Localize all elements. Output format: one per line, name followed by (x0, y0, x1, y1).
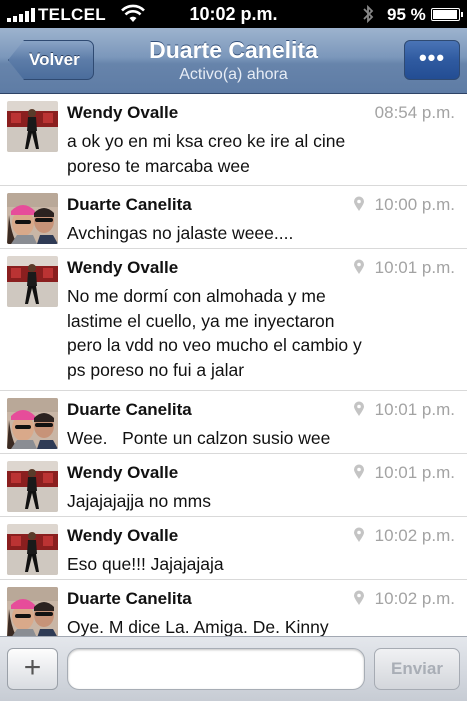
message-time-text: 10:01 p.m. (374, 463, 455, 482)
location-pin-icon[interactable] (353, 401, 365, 417)
attach-button[interactable]: + (7, 648, 58, 690)
message-text: Wee. Ponte un calzon susio wee (67, 428, 331, 448)
message-time-text: 10:02 p.m. (374, 589, 455, 608)
message-time-text: 10:01 p.m. (374, 258, 455, 277)
message-time: 10:01 p.m. (353, 400, 455, 420)
message-sender: Duarte Canelita (67, 195, 192, 214)
wendy-avatar[interactable] (7, 101, 58, 152)
message-row[interactable]: Duarte Canelita 10:02 p.m. Oye. M dice La.… (0, 580, 467, 636)
duarte-avatar[interactable] (7, 587, 58, 636)
message-time-text: 08:54 p.m. (374, 103, 455, 122)
status-bar: TELCEL 10:02 p.m. 95 % (0, 0, 467, 28)
bluetooth-icon (363, 4, 374, 24)
message-sender: Wendy Ovalle (67, 526, 179, 545)
duarte-avatar[interactable] (7, 398, 58, 449)
message-sender: Duarte Canelita (67, 589, 192, 608)
message-time: 10:02 p.m. (353, 526, 455, 546)
message-time-text: 10:02 p.m. (374, 526, 455, 545)
message-row[interactable]: Wendy Ovalle 10:02 p.m. Eso que!!! Jajajaj… (0, 517, 467, 580)
navigation-bar: Volver Duarte Canelita Activo(a) ahora •… (0, 28, 467, 94)
send-button[interactable]: Enviar (374, 648, 460, 690)
conversation-title: Duarte Canelita (149, 37, 318, 63)
message-time-text: 10:01 p.m. (374, 400, 455, 419)
message-sender: Duarte Canelita (67, 400, 192, 419)
battery-percentage: 95 % (387, 5, 426, 24)
message-text: Oye. M dice La. Amiga. De. Kinny (67, 617, 329, 636)
message-time: 08:54 p.m. (375, 103, 455, 123)
message-sender: Wendy Ovalle (67, 463, 179, 482)
message-sender: Wendy Ovalle (67, 103, 179, 122)
message-row[interactable]: Duarte Canelita 10:01 p.m. Wee. Ponte un c… (0, 391, 467, 454)
message-time: 10:01 p.m. (353, 463, 455, 483)
message-time-text: 10:00 p.m. (374, 195, 455, 214)
battery-level-fill (433, 10, 457, 19)
message-list[interactable]: Wendy Ovalle 08:54 p.m. a ok yo en mi ksa … (0, 94, 467, 636)
more-options-button[interactable]: ••• (404, 40, 460, 80)
message-time: 10:00 p.m. (353, 195, 455, 215)
message-time: 10:02 p.m. (353, 589, 455, 609)
message-text: No me dormí con almohada y me lastime el… (67, 286, 362, 380)
location-pin-icon[interactable] (353, 196, 365, 212)
location-pin-icon[interactable] (353, 527, 365, 543)
message-row[interactable]: Wendy Ovalle 10:01 p.m. Jajajajajja no mms (0, 454, 467, 517)
location-pin-icon[interactable] (353, 464, 365, 480)
message-time: 10:01 p.m. (353, 258, 455, 278)
location-pin-icon[interactable] (353, 259, 365, 275)
duarte-avatar[interactable] (7, 193, 58, 244)
message-sender: Wendy Ovalle (67, 258, 179, 277)
location-pin-icon[interactable] (353, 590, 365, 606)
message-row[interactable]: Wendy Ovalle 08:54 p.m. a ok yo en mi ksa … (0, 94, 467, 186)
presence-status: Activo(a) ahora (179, 66, 288, 83)
message-text: a ok yo en mi ksa creo ke ire al cine po… (67, 131, 346, 176)
message-input[interactable] (67, 648, 365, 690)
wendy-avatar[interactable] (7, 524, 58, 575)
message-row[interactable]: Duarte Canelita 10:00 p.m. Avchingas no ja… (0, 186, 467, 249)
wendy-avatar[interactable] (7, 256, 58, 307)
composer-bar: + Enviar (0, 636, 467, 701)
message-text: Eso que!!! Jajajajaja (67, 554, 224, 574)
message-text: Avchingas no jalaste weee.... (67, 223, 294, 243)
wendy-avatar[interactable] (7, 461, 58, 512)
battery-icon (431, 8, 463, 21)
message-row[interactable]: Wendy Ovalle 10:01 p.m. No me dormí con al… (0, 249, 467, 391)
message-text: Jajajajajja no mms (67, 491, 211, 511)
